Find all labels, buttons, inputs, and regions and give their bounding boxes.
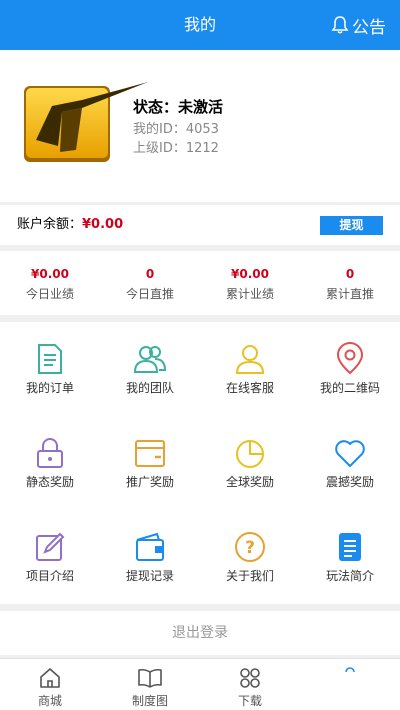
heart-icon [335, 440, 365, 467]
parent-id: 上级ID：1212 [133, 141, 219, 156]
stat-today-referrals[interactable]: 0 今日直推 [100, 251, 200, 315]
balance-amount: ¥0.00 [82, 217, 124, 232]
notice-button[interactable]: 公告 [330, 0, 386, 50]
account-status: 状态：未激活 [133, 98, 224, 116]
tab-download[interactable]: 下载 [200, 659, 300, 710]
menu-project-intro[interactable]: 项目介绍 [0, 510, 100, 604]
menu-grid: 我的订单 我的团队 在线客服 我的二维码 静态奖励 推广奖励 全球奖励 震撼奖励… [0, 322, 400, 604]
svg-text:?: ? [245, 538, 255, 558]
stat-today-performance[interactable]: ¥0.00 今日业绩 [0, 251, 100, 315]
edit-icon [36, 532, 65, 561]
menu-gameplay-intro[interactable]: 玩法简介 [300, 510, 400, 604]
stats-row: ¥0.00 今日业绩 0 今日直推 ¥0.00 累计业绩 0 累计直推 [0, 251, 400, 315]
menu-shock-reward[interactable]: 震撼奖励 [300, 416, 400, 510]
download-icon [240, 668, 260, 688]
team-icon [133, 346, 167, 373]
lock-icon [37, 438, 63, 468]
bell-icon [331, 16, 349, 34]
menu-online-service[interactable]: 在线客服 [200, 322, 300, 416]
question-icon: ? [235, 532, 265, 562]
menu-withdraw-records[interactable]: 提现记录 [100, 510, 200, 604]
menu-my-team[interactable]: 我的团队 [100, 322, 200, 416]
service-icon [235, 345, 265, 374]
location-pin-icon [336, 342, 364, 375]
wallet-icon [136, 532, 164, 561]
menu-static-reward[interactable]: 静态奖励 [0, 416, 100, 510]
profile-icon [345, 667, 355, 673]
menu-global-reward[interactable]: 全球奖励 [200, 416, 300, 510]
notice-label: 公告 [352, 17, 386, 38]
menu-about-us[interactable]: ? 关于我们 [200, 510, 300, 604]
wallet-card-icon [135, 440, 165, 467]
app-logo [24, 82, 148, 162]
bottom-tab-bar: 商城 制度图 下载 [0, 658, 400, 710]
menu-my-orders[interactable]: 我的订单 [0, 322, 100, 416]
logout-button[interactable]: 退出登录 [0, 611, 400, 655]
order-icon [38, 344, 62, 374]
my-id: 我的ID：4053 [133, 122, 219, 137]
home-icon [40, 668, 60, 688]
stat-total-referrals[interactable]: 0 累计直推 [300, 251, 400, 315]
profile-card: 状态：未激活 我的ID：4053 上级ID：1212 [0, 50, 400, 202]
balance-bar: 账户余额：¥0.00 提现 [0, 205, 400, 245]
withdraw-button[interactable]: 提现 [320, 216, 383, 235]
tab-profile[interactable] [300, 659, 400, 710]
menu-promotion-reward[interactable]: 推广奖励 [100, 416, 200, 510]
stat-total-performance[interactable]: ¥0.00 累计业绩 [200, 251, 300, 315]
document-icon [339, 533, 361, 561]
menu-my-qrcode[interactable]: 我的二维码 [300, 322, 400, 416]
balance-label: 账户余额：¥0.00 [17, 217, 124, 232]
tab-mall[interactable]: 商城 [0, 659, 100, 710]
pie-chart-icon [236, 440, 264, 468]
top-bar: 我的 公告 [0, 0, 400, 50]
tab-system-chart[interactable]: 制度图 [100, 659, 200, 710]
book-icon [138, 668, 162, 688]
